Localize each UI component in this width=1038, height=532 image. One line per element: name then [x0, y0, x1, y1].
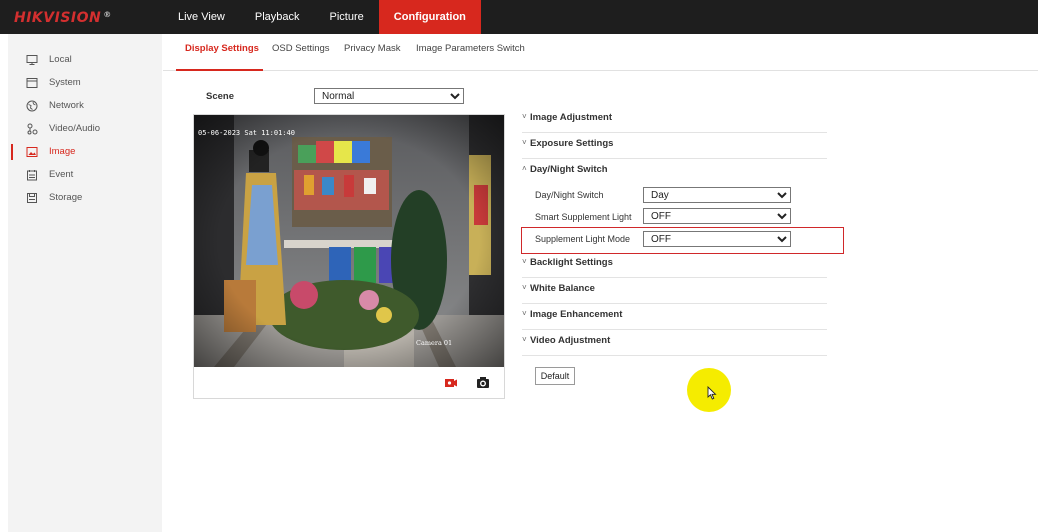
section-exposure-settings[interactable]: ˅ Exposure Settings: [522, 132, 827, 159]
sidebar-item-system[interactable]: System: [8, 73, 162, 93]
section-title: White Balance: [530, 283, 595, 294]
section-video-adjustment[interactable]: ˅ Video Adjustment: [522, 329, 827, 356]
tab-active-indicator: [176, 69, 263, 71]
chevron-down-icon: ˅: [522, 138, 527, 147]
chevron-down-icon: ˅: [522, 309, 527, 318]
day-night-switch-label: Day/Night Switch: [535, 190, 604, 200]
globe-icon: [26, 100, 38, 112]
tab-display-settings[interactable]: Display Settings: [185, 43, 259, 54]
section-white-balance[interactable]: ˅ White Balance: [522, 277, 827, 304]
section-image-enhancement[interactable]: ˅ Image Enhancement: [522, 303, 827, 330]
main-nav: Live View Playback Picture Configuration: [163, 0, 481, 34]
sidebar-item-network[interactable]: Network: [8, 96, 162, 116]
tab-divider: [163, 70, 1038, 71]
top-bar: HIKVISION ® Live View Playback Picture Co…: [0, 0, 1038, 34]
chevron-up-icon: ˄: [522, 164, 527, 173]
section-title: Image Enhancement: [530, 309, 623, 320]
record-icon[interactable]: [444, 377, 458, 389]
sidebar-item-label: Storage: [49, 192, 83, 203]
nav-playback[interactable]: Playback: [240, 0, 315, 34]
sidebar-item-image[interactable]: Image: [8, 142, 162, 162]
smart-supplement-light-label: Smart Supplement Light: [535, 212, 632, 222]
nav-configuration[interactable]: Configuration: [378, 0, 481, 34]
mouse-pointer-icon: [707, 385, 717, 400]
smart-supplement-light-select[interactable]: OFF: [643, 208, 791, 224]
video-timestamp: 05-06-2023 Sat 11:01:40: [198, 129, 295, 137]
section-title: Video Adjustment: [530, 335, 611, 346]
tab-image-parameters-switch[interactable]: Image Parameters Switch: [416, 43, 525, 54]
chevron-down-icon: ˅: [522, 335, 527, 344]
section-title: Image Adjustment: [530, 112, 612, 123]
day-night-switch-select[interactable]: Day: [643, 187, 791, 203]
default-button[interactable]: Default: [535, 367, 575, 385]
section-title: Exposure Settings: [530, 138, 614, 149]
section-title: Backlight Settings: [530, 257, 613, 268]
camera-preview: 05-06-2023 Sat 11:01:40 Camera 01: [194, 115, 504, 367]
sidebar-item-event[interactable]: Event: [8, 165, 162, 185]
storage-icon: [26, 192, 38, 204]
supplement-light-mode-label: Supplement Light Mode: [535, 234, 631, 244]
sidebar-item-label: Image: [49, 146, 76, 157]
section-title: Day/Night Switch: [530, 164, 608, 175]
chevron-down-icon: ˅: [522, 283, 527, 292]
snapshot-icon[interactable]: [476, 376, 490, 389]
chevron-down-icon: ˅: [522, 112, 527, 121]
sidebar-item-label: Event: [49, 169, 74, 180]
sidebar-item-label: Local: [49, 54, 72, 65]
scene-select[interactable]: Normal: [314, 88, 464, 104]
section-day-night-switch[interactable]: ˄ Day/Night Switch: [522, 158, 827, 184]
supplement-light-mode-select[interactable]: OFF: [643, 231, 791, 247]
window-icon: [26, 77, 38, 89]
nav-live-view[interactable]: Live View: [163, 0, 240, 34]
sidebar-item-label: System: [49, 77, 81, 88]
sidebar-item-storage[interactable]: Storage: [8, 188, 162, 208]
camera-name-label: Camera 01: [416, 339, 453, 347]
nav-picture[interactable]: Picture: [315, 0, 379, 34]
chevron-down-icon: ˅: [522, 257, 527, 266]
tab-privacy-mask[interactable]: Privacy Mask: [344, 43, 400, 54]
live-preview-panel: 05-06-2023 Sat 11:01:40 Camera 01: [193, 114, 505, 399]
monitor-icon: [26, 54, 38, 66]
media-icon: [26, 123, 38, 135]
image-icon: [26, 146, 38, 158]
sidebar-item-local[interactable]: Local: [8, 50, 162, 70]
sidebar: Local System Network Video/Audio Image E…: [8, 34, 162, 532]
sidebar-item-label: Video/Audio: [49, 123, 101, 134]
section-image-adjustment[interactable]: ˅ Image Adjustment: [522, 106, 827, 133]
tab-osd-settings[interactable]: OSD Settings: [272, 43, 330, 54]
scene-label: Scene: [206, 91, 234, 102]
sidebar-item-video-audio[interactable]: Video/Audio: [8, 119, 162, 139]
brand-logo: HIKVISION ®: [14, 10, 112, 26]
sidebar-item-label: Network: [49, 100, 84, 111]
calendar-icon: [26, 169, 38, 181]
section-backlight-settings[interactable]: ˅ Backlight Settings: [522, 251, 827, 278]
